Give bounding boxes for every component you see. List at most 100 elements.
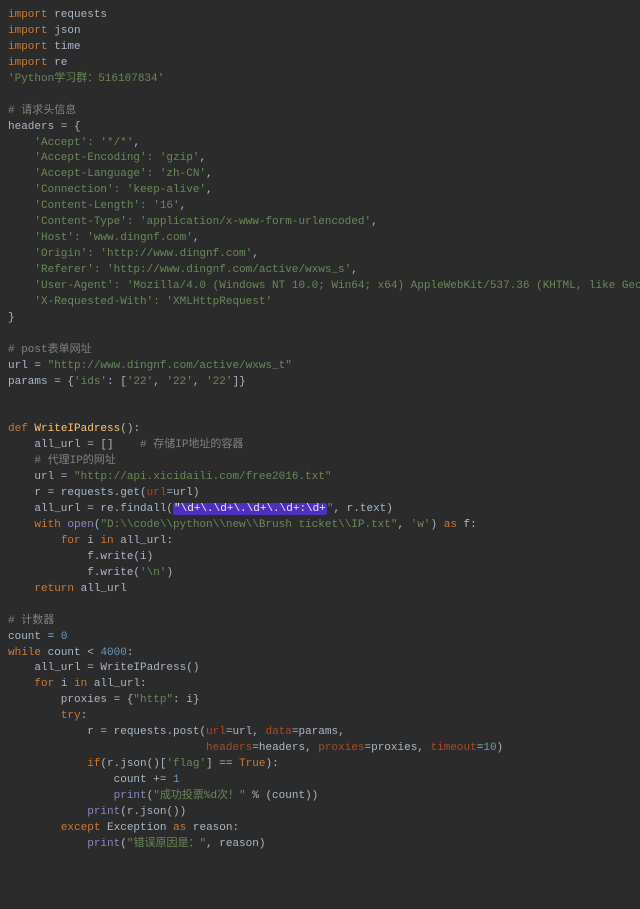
- string: "http://api.xicidaili.com/free2016.txt": [74, 471, 331, 483]
- class: Exception: [107, 822, 166, 834]
- builtin: open: [67, 519, 93, 531]
- text: count =: [8, 631, 61, 643]
- keyword: import: [8, 25, 48, 37]
- keyword: for: [34, 678, 54, 690]
- number: 10: [483, 742, 496, 754]
- keyword: import: [8, 41, 48, 53]
- comment: # 存储IP地址的容器: [140, 439, 243, 451]
- text: ,: [133, 137, 140, 149]
- comment: # 请求头信息: [8, 105, 76, 117]
- text: re: [48, 57, 68, 69]
- text: ():: [120, 423, 140, 435]
- text: headers = {: [8, 121, 81, 133]
- text: [8, 184, 34, 196]
- text: : [: [107, 376, 127, 388]
- text: json: [48, 25, 81, 37]
- text: [8, 296, 34, 308]
- text: ,: [252, 248, 259, 260]
- regex-highlight: "\d+\.\d+\.\d+\.\d+:\d+: [173, 503, 327, 515]
- text: f.write(: [8, 567, 140, 579]
- string: 'Content-Type': 'application/x-www-form-…: [34, 216, 371, 228]
- text: r = requests.get(: [8, 487, 147, 499]
- code-editor[interactable]: import requests import json import time …: [0, 0, 640, 909]
- keyword: import: [8, 57, 48, 69]
- string: "成功投票%d次！": [153, 790, 245, 802]
- string: 'User-Agent': 'Mozilla/4.0 (Windows NT 1…: [34, 280, 640, 292]
- string: 'Content-Length': '16': [34, 200, 179, 212]
- keyword: for: [61, 535, 81, 547]
- keyword: while: [8, 647, 41, 659]
- text: time: [48, 41, 81, 53]
- text: f.write(i): [8, 551, 153, 563]
- text: [8, 137, 34, 149]
- text: =url): [166, 487, 199, 499]
- text: params = {: [8, 376, 74, 388]
- number: 4000: [100, 647, 126, 659]
- keyword: try: [61, 710, 81, 722]
- text: [8, 710, 61, 722]
- string: "D:\\code\\python\\new\\Brush ticket\\IP…: [100, 519, 397, 531]
- text: url =: [8, 471, 74, 483]
- param: headers: [206, 742, 252, 754]
- text: [8, 822, 61, 834]
- keyword: as: [173, 822, 186, 834]
- text: [8, 232, 34, 244]
- text: count +=: [8, 774, 173, 786]
- keyword: import: [8, 9, 48, 21]
- string: '22': [127, 376, 153, 388]
- string: 'Python学习群：516107834': [8, 73, 164, 85]
- param: url: [206, 726, 226, 738]
- string: "http://www.dingnf.com/active/wxws_t": [48, 360, 292, 372]
- comment: # 代理IP的网址: [34, 455, 115, 467]
- text: proxies = {: [8, 694, 133, 706]
- text: [8, 168, 34, 180]
- string: 'Accept': '*/*': [34, 137, 133, 149]
- keyword: in: [74, 678, 87, 690]
- string: 'ids': [74, 376, 107, 388]
- text: [8, 583, 34, 595]
- keyword: if: [87, 758, 100, 770]
- keyword: True: [239, 758, 265, 770]
- text: [8, 535, 61, 547]
- comment: # 计数器: [8, 615, 54, 627]
- string: "错误原因是：": [127, 838, 206, 850]
- text: requests: [48, 9, 107, 21]
- string: 'Accept-Language': 'zh-CN': [34, 168, 206, 180]
- text: url =: [8, 360, 48, 372]
- builtin: print: [114, 790, 147, 802]
- keyword: as: [444, 519, 457, 531]
- string: 'w': [411, 519, 431, 531]
- string: '22': [206, 376, 232, 388]
- keyword: with: [34, 519, 60, 531]
- text: ,: [153, 376, 166, 388]
- text: ,: [206, 168, 213, 180]
- string: 'X-Requested-With': 'XMLHttpRequest': [34, 296, 272, 308]
- string: "http": [133, 694, 173, 706]
- text: ,: [180, 200, 187, 212]
- builtin: print: [87, 806, 120, 818]
- keyword: in: [100, 535, 113, 547]
- text: [8, 200, 34, 212]
- keyword: except: [61, 822, 101, 834]
- text: ,: [371, 216, 378, 228]
- text: [8, 455, 34, 467]
- text: r = requests.post(: [8, 726, 206, 738]
- keyword: def: [8, 423, 28, 435]
- text: , r.text): [333, 503, 392, 515]
- string: 'Accept-Encoding': 'gzip': [34, 152, 199, 164]
- builtin: print: [87, 838, 120, 850]
- text: [8, 248, 34, 260]
- text: : i}: [173, 694, 199, 706]
- text: ): [166, 567, 173, 579]
- text: [8, 790, 114, 802]
- text: [8, 758, 87, 770]
- text: [8, 152, 34, 164]
- param: proxies: [318, 742, 364, 754]
- string: 'Referer': 'http://www.dingnf.com/active…: [34, 264, 351, 276]
- param: url: [147, 487, 167, 499]
- text: ,: [351, 264, 358, 276]
- text: [8, 678, 34, 690]
- number: 1: [173, 774, 180, 786]
- text: [8, 280, 34, 292]
- text: all_url = re.findall(: [8, 503, 173, 515]
